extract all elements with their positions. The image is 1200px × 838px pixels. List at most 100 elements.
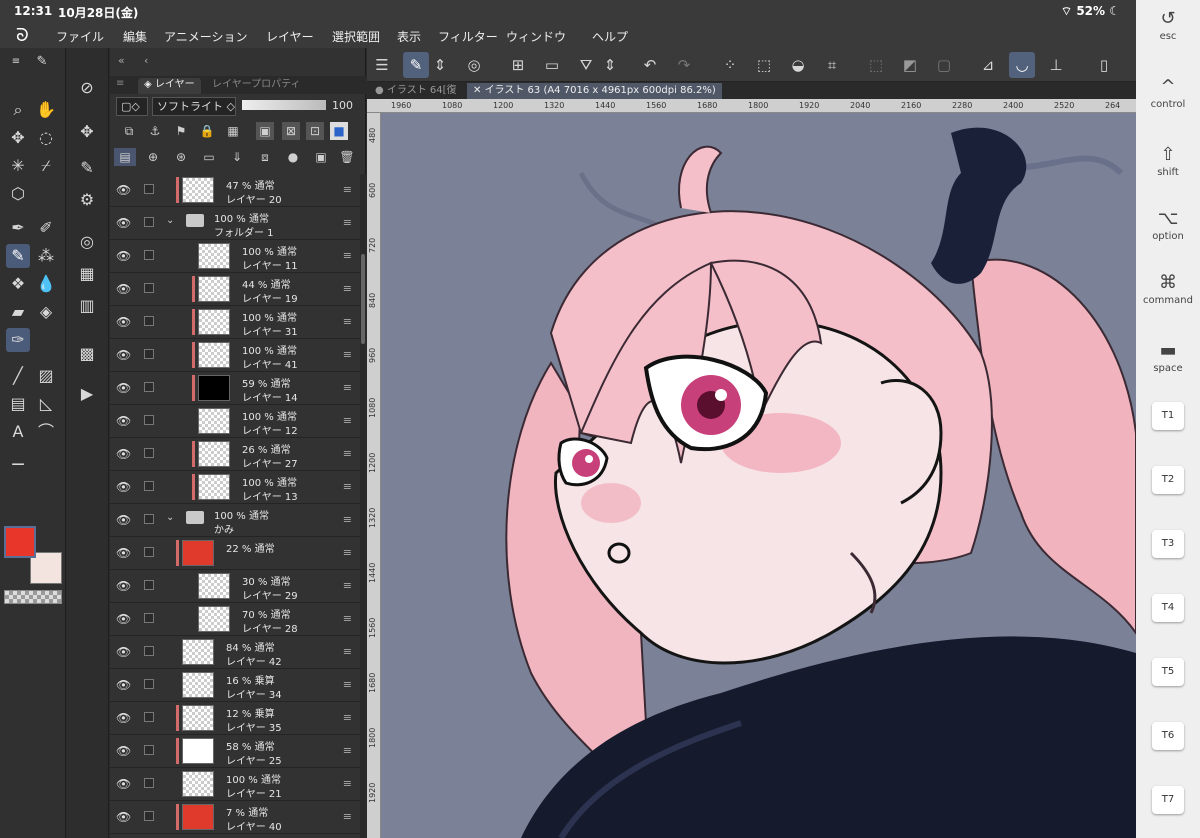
zoom-icon[interactable]: ⌕ xyxy=(6,98,30,122)
layer-menu-icon[interactable]: ≡ xyxy=(343,480,352,493)
save-icon[interactable]: ⛛ xyxy=(573,52,599,78)
new-file-icon[interactable]: ⊞ xyxy=(505,52,531,78)
rotate-canvas-icon[interactable]: ◎ xyxy=(461,52,487,78)
tab-menu-icon[interactable]: ≡ xyxy=(116,78,124,89)
layer-menu-icon[interactable]: ≡ xyxy=(343,711,352,724)
palette-menu-icon[interactable]: ≡ xyxy=(4,50,28,74)
brush-tab-icon[interactable]: ✎ xyxy=(30,50,54,74)
film-icon[interactable]: ▥ xyxy=(75,294,99,318)
mask-edit-icon[interactable]: ⊠ xyxy=(282,122,300,140)
redo-icon[interactable]: ↷ xyxy=(671,52,697,78)
new-folder-icon[interactable]: ▭ xyxy=(200,148,218,166)
deselect-icon[interactable]: ⬚ xyxy=(863,52,889,78)
visibility-eye-icon[interactable]: 👁 xyxy=(116,414,131,428)
visibility-eye-icon[interactable]: 👁 xyxy=(116,513,131,527)
layer-checkbox[interactable] xyxy=(144,316,154,326)
layer-menu-icon[interactable]: ≡ xyxy=(343,579,352,592)
layer-menu-icon[interactable]: ≡ xyxy=(343,348,352,361)
t2-key[interactable]: T2 xyxy=(1152,466,1184,494)
select-all-icon[interactable]: ⬚ xyxy=(751,52,777,78)
transfer-down-icon[interactable]: ⇓ xyxy=(228,148,246,166)
layer-menu-icon[interactable]: ≡ xyxy=(343,810,352,823)
line-icon[interactable]: ╱ xyxy=(6,364,30,388)
app-logo-icon[interactable]: ᘐ xyxy=(16,25,36,46)
correction-icon[interactable]: ✑ xyxy=(6,328,30,352)
clip-icon[interactable]: ⧉ xyxy=(120,122,138,140)
layer-checkbox[interactable] xyxy=(144,481,154,491)
menu-animation[interactable]: アニメーション xyxy=(164,28,248,45)
visibility-eye-icon[interactable]: 👁 xyxy=(116,447,131,461)
layer-menu-icon[interactable]: ≡ xyxy=(343,282,352,295)
layer-row[interactable]: 👁 59 % 通常 レイヤー 14 ≡ xyxy=(110,372,360,405)
tab-layer[interactable]: ◈ レイヤー xyxy=(138,78,201,94)
color-wheel-icon[interactable]: ◎ xyxy=(75,230,99,254)
layer-view-icon[interactable]: ▤ xyxy=(114,148,136,166)
invert-selection-icon[interactable]: ◩ xyxy=(897,52,923,78)
drawing-canvas[interactable] xyxy=(381,113,1136,838)
reference-icon[interactable]: ⚓ xyxy=(146,122,164,140)
layer-menu-icon[interactable]: ≡ xyxy=(343,183,352,196)
animation-icon[interactable]: ▶ xyxy=(75,382,99,406)
hand-icon[interactable]: ✋ xyxy=(34,98,58,122)
option-key[interactable]: ⌥ option xyxy=(1136,208,1200,242)
visibility-eye-icon[interactable]: 👁 xyxy=(116,546,131,560)
back-icon[interactable]: ‹ xyxy=(144,54,148,67)
layer-row[interactable]: 👁 100 % 通常 レイヤー 11 ≡ xyxy=(110,240,360,273)
menu-filter[interactable]: フィルター xyxy=(438,28,498,45)
layer-row[interactable]: 👁 47 % 通常 レイヤー 20 ≡ xyxy=(110,174,360,207)
text-icon[interactable]: A xyxy=(6,420,30,444)
balloon-icon[interactable]: ⌒ xyxy=(34,420,58,444)
visibility-eye-icon[interactable]: 👁 xyxy=(116,711,131,725)
lasso-icon[interactable]: ◌ xyxy=(34,126,58,150)
layer-row[interactable]: 👁 100 % 通常 レイヤー 12 ≡ xyxy=(110,405,360,438)
layer-checkbox[interactable] xyxy=(144,547,154,557)
decoration-icon[interactable]: ❖ xyxy=(6,272,30,296)
t3-key[interactable]: T3 xyxy=(1152,530,1184,558)
gradient-icon[interactable]: ▨ xyxy=(34,364,58,388)
layer-menu-icon[interactable]: ≡ xyxy=(343,381,352,394)
draft-icon[interactable]: ⚑ xyxy=(172,122,190,140)
layer-checkbox[interactable] xyxy=(144,349,154,359)
object-icon[interactable]: ⬡ xyxy=(6,182,30,206)
command-key[interactable]: ⌘ command xyxy=(1136,272,1200,306)
airbrush-icon[interactable]: ⁂ xyxy=(34,244,58,268)
layer-menu-icon[interactable]: ≡ xyxy=(343,546,352,559)
layer-checkbox[interactable] xyxy=(144,184,154,194)
layer-checkbox[interactable] xyxy=(144,250,154,260)
close-icon[interactable]: ✕ xyxy=(473,85,485,96)
ruler-icon[interactable]: ◺ xyxy=(34,392,58,416)
visibility-eye-icon[interactable]: 👁 xyxy=(116,216,131,230)
control-key[interactable]: ^ control xyxy=(1136,76,1200,110)
undo-icon[interactable]: ↶ xyxy=(637,52,663,78)
lock-icon[interactable]: 🔒 xyxy=(198,122,216,140)
visibility-eye-icon[interactable]: 👁 xyxy=(116,612,131,626)
layer-folder-row[interactable]: 👁 ⌄ 100 % 通常 かみ ≡ xyxy=(110,504,360,537)
move-icon[interactable]: ✥ xyxy=(6,126,30,150)
snap-grid-icon[interactable]: ⊥ xyxy=(1043,52,1069,78)
layer-row[interactable]: 👁 100 % 通常 レイヤー 41 ≡ xyxy=(110,339,360,372)
visibility-eye-icon[interactable]: 👁 xyxy=(116,678,131,692)
visibility-eye-icon[interactable]: 👁 xyxy=(116,183,131,197)
layer-menu-icon[interactable]: ≡ xyxy=(343,249,352,262)
layer-checkbox[interactable] xyxy=(144,283,154,293)
open-folder-icon[interactable]: ▭ xyxy=(539,52,565,78)
visibility-eye-icon[interactable]: 👁 xyxy=(116,348,131,362)
layer-menu-icon[interactable]: ≡ xyxy=(343,447,352,460)
layer-checkbox[interactable] xyxy=(144,646,154,656)
tab-layer-properties[interactable]: レイヤープロパティ xyxy=(206,78,307,94)
layer-menu-icon[interactable]: ≡ xyxy=(343,744,352,757)
menu-view[interactable]: 表示 xyxy=(397,28,421,45)
snap-ruler-icon[interactable]: ⊿ xyxy=(975,52,1001,78)
visibility-eye-icon[interactable]: 👁 xyxy=(116,744,131,758)
opacity-slider[interactable] xyxy=(242,100,326,110)
layer-color-toggle[interactable]: ▢◇ xyxy=(116,97,148,116)
layer-checkbox[interactable] xyxy=(144,217,154,227)
selection-border-icon[interactable]: ▢ xyxy=(931,52,957,78)
hamburger-menu-icon[interactable]: ☰ xyxy=(369,52,395,78)
menu-window[interactable]: ウィンドウ xyxy=(506,28,566,45)
visibility-eye-icon[interactable]: 👁 xyxy=(116,315,131,329)
t1-key[interactable]: T1 xyxy=(1152,402,1184,430)
sub-tool-icon[interactable]: ✎ xyxy=(75,156,99,180)
chevron-down-icon[interactable]: ⌄ xyxy=(166,215,174,226)
layer-checkbox[interactable] xyxy=(144,514,154,524)
